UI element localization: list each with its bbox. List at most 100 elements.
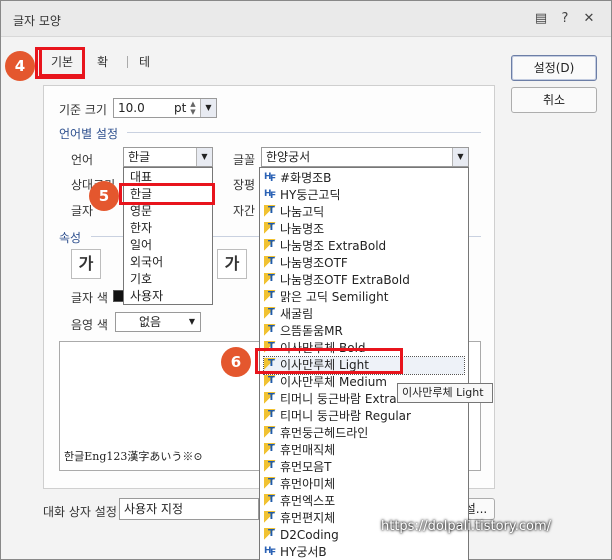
hangul-font-icon [264, 169, 277, 188]
truetype-font-icon [264, 304, 277, 321]
truetype-font-icon [264, 491, 277, 508]
language-option[interactable]: 사용자 [130, 288, 163, 305]
caption-icon[interactable]: ▤ [533, 11, 549, 27]
language-option[interactable]: 외국어 [130, 254, 163, 271]
font-option-label: 휴먼아미체 [280, 477, 336, 491]
truetype-font-icon [264, 474, 277, 491]
dialog-setting-label: 대화 상자 설정 [43, 505, 117, 519]
language-option[interactable]: 일어 [130, 237, 152, 254]
font-option[interactable]: 맑은 고딕 Semilight [264, 287, 464, 306]
divider [127, 132, 481, 133]
ok-button[interactable]: 설정(D) [511, 55, 597, 81]
step-badge-5: 5 [89, 181, 119, 211]
truetype-font-icon [264, 236, 277, 253]
font-option-label: 나눔명조OTF [280, 256, 348, 270]
shade-color-value: 없음 [138, 315, 162, 329]
font-option-label: HY둥근고딕 [280, 188, 341, 202]
font-option-label: 휴먼엑스포 [280, 494, 336, 508]
font-option[interactable]: 으뜸돋움MR [264, 321, 464, 340]
font-option[interactable]: 휴먼모음T [264, 457, 464, 476]
base-size-value: 10.0 [118, 101, 145, 115]
font-option[interactable]: 새굴림 [264, 304, 464, 323]
highlight-tab-basic [35, 47, 85, 79]
font-option[interactable]: 휴먼둥근헤드라인 [264, 423, 464, 442]
language-label: 언어 [71, 153, 94, 167]
font-option-label: 으뜸돋움MR [280, 324, 343, 338]
font-option[interactable]: #화명조B [264, 169, 464, 188]
truetype-font-icon [264, 321, 277, 338]
font-option[interactable]: 휴먼엑스포 [264, 491, 464, 510]
spacing-label: 자간 [233, 204, 256, 218]
step-badge-4: 4 [5, 51, 35, 81]
attr-section-title: 속성 [59, 231, 82, 245]
truetype-font-icon [264, 457, 277, 474]
font-option[interactable]: HY둥근고딕 [264, 186, 464, 205]
truetype-font-icon [264, 440, 277, 457]
highlight-font-light [255, 348, 403, 374]
truetype-font-icon [264, 406, 277, 423]
outline-button[interactable]: 가 [217, 249, 247, 279]
close-icon[interactable]: ✕ [581, 11, 597, 27]
help-icon[interactable]: ? [557, 11, 573, 27]
language-option[interactable]: 기호 [130, 271, 152, 288]
font-option-label: 휴먼편지체 [280, 511, 336, 525]
base-size-label: 기준 크기 [59, 103, 107, 117]
dialog-setting-select[interactable]: 사용자 지정 [119, 498, 259, 520]
titlebar: 글자 모양 ▤ ? ✕ [1, 1, 611, 37]
font-option-label: 나눔명조OTF ExtraBold [280, 273, 410, 287]
shade-color-select[interactable]: 없음 ▼ [115, 312, 201, 332]
font-option-label: 휴먼둥근헤드라인 [280, 426, 369, 440]
truetype-font-icon [264, 525, 277, 542]
language-option[interactable]: 한자 [130, 220, 152, 237]
font-select-value: 한양궁서 [266, 150, 311, 164]
chevron-down-icon[interactable]: ▼ [200, 99, 216, 117]
truetype-font-icon [264, 287, 277, 304]
language-select[interactable]: 한글 ▼ [123, 147, 213, 167]
tab-separator [127, 56, 128, 68]
font-option[interactable]: HY궁서B [264, 543, 464, 560]
font-select[interactable]: 한양궁서 ▼ [261, 147, 469, 167]
text-color-label: 글자 색 [71, 291, 108, 305]
font-option[interactable]: 나눔명조 ExtraBold [264, 236, 464, 255]
truetype-font-icon [264, 253, 277, 270]
font-option-label: 이사만루체 Medium [280, 375, 387, 389]
cancel-button[interactable]: 취소 [511, 87, 597, 113]
base-size-unit: pt [174, 101, 187, 115]
bold-button[interactable]: 가 [71, 249, 101, 279]
language-select-value: 한글 [128, 150, 151, 164]
size-stepper-icon[interactable]: ▲ ▼ [188, 100, 198, 116]
chevron-down-icon[interactable]: ▼ [452, 148, 468, 166]
font-option[interactable]: 티머니 둥근바람 Regular [264, 406, 464, 425]
language-option[interactable]: 영문 [130, 203, 152, 220]
font-option-label: 맑은 고딕 Semilight [280, 290, 389, 304]
step-badge-6: 6 [221, 347, 251, 377]
chevron-down-icon[interactable]: ▼ [184, 313, 200, 331]
char-spacing-label: 글자 [71, 204, 94, 218]
truetype-font-icon [264, 219, 277, 236]
hangul-font-icon [264, 186, 277, 205]
font-option-label: 나눔명조 ExtraBold [280, 239, 387, 253]
font-option[interactable]: 나눔명조OTF [264, 253, 464, 272]
font-option[interactable]: 나눔명조 [264, 219, 464, 238]
highlight-lang-korean [119, 183, 215, 205]
font-option-label: 휴먼모음T [280, 460, 332, 474]
base-size-input[interactable]: 10.0 pt ▲ ▼ ▼ [113, 98, 217, 118]
font-tooltip: 이사만루체 Light [397, 383, 493, 403]
font-option-label: 나눔고딕 [280, 205, 325, 219]
font-option[interactable]: 나눔명조OTF ExtraBold [264, 270, 464, 289]
preview-text: 한글Eng123漢字あいう※⊙ [64, 450, 203, 463]
truetype-font-icon [264, 202, 277, 219]
lang-section-title: 언어별 설정 [59, 127, 119, 141]
font-option[interactable]: 휴먼아미체 [264, 474, 464, 493]
font-option-label: 티머니 둥근바람 Regular [280, 409, 411, 423]
shade-color-label: 음영 색 [71, 318, 108, 332]
truetype-font-icon [264, 372, 277, 389]
font-label: 글꼴 [233, 153, 256, 167]
tab-extended[interactable]: 확장 [97, 47, 108, 99]
tab-border[interactable]: 테두리/배경 [139, 47, 154, 189]
font-option[interactable]: 나눔고딕 [264, 202, 464, 221]
char-shape-dialog: 글자 모양 ▤ ? ✕ 기본 확장 테두리/배경 설정(D) 취소 기준 크기 … [0, 0, 612, 560]
font-option[interactable]: 휴먼매직체 [264, 440, 464, 459]
font-option-label: HY궁서B [280, 545, 327, 559]
chevron-down-icon[interactable]: ▼ [196, 148, 212, 166]
